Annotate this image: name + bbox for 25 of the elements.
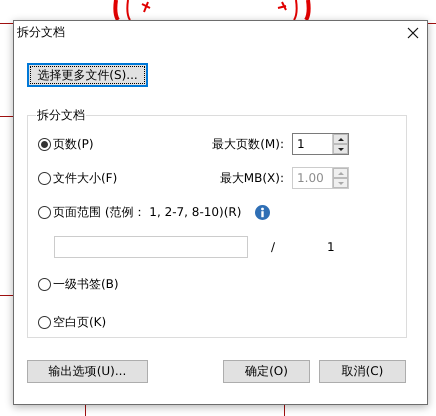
dialog-button[interactable]: 确定(O) — [223, 360, 310, 383]
info-icon[interactable] — [255, 204, 270, 220]
total-pages-text: 1 — [327, 240, 335, 254]
output-options-button[interactable]: 输出选项(U)... — [27, 360, 148, 383]
field-label: 最大MB(X): — [218, 170, 285, 186]
dialog-button[interactable]: 取消(C) — [319, 360, 406, 383]
up-arrow-icon[interactable] — [336, 136, 344, 142]
select-files-button[interactable]: 选择更多文件(S)... — [27, 63, 148, 87]
option-label: 页面范围 (范例： 1, 2-7, 8-10)(R) — [53, 204, 242, 220]
field-label: 最大页数(M): — [211, 136, 285, 152]
radio-button[interactable] — [38, 316, 51, 328]
option-label: 页数(P) — [53, 136, 94, 152]
group-title: 拆分文档 — [36, 107, 86, 124]
radio-button[interactable] — [38, 278, 51, 290]
spin-box[interactable]: 1 — [292, 133, 349, 155]
option-label: 一级书签(B) — [53, 276, 119, 292]
option-label: 空白页(K) — [53, 314, 106, 330]
range-input-field[interactable] — [54, 236, 248, 258]
radio-button[interactable] — [38, 206, 51, 218]
separator-text: / — [271, 240, 276, 254]
close-icon[interactable] — [407, 27, 419, 39]
window-title: 拆分文档 — [17, 24, 65, 40]
down-arrow-icon[interactable] — [336, 146, 344, 152]
radio-button[interactable] — [38, 138, 51, 150]
option-label: 文件大小(F) — [53, 170, 118, 186]
